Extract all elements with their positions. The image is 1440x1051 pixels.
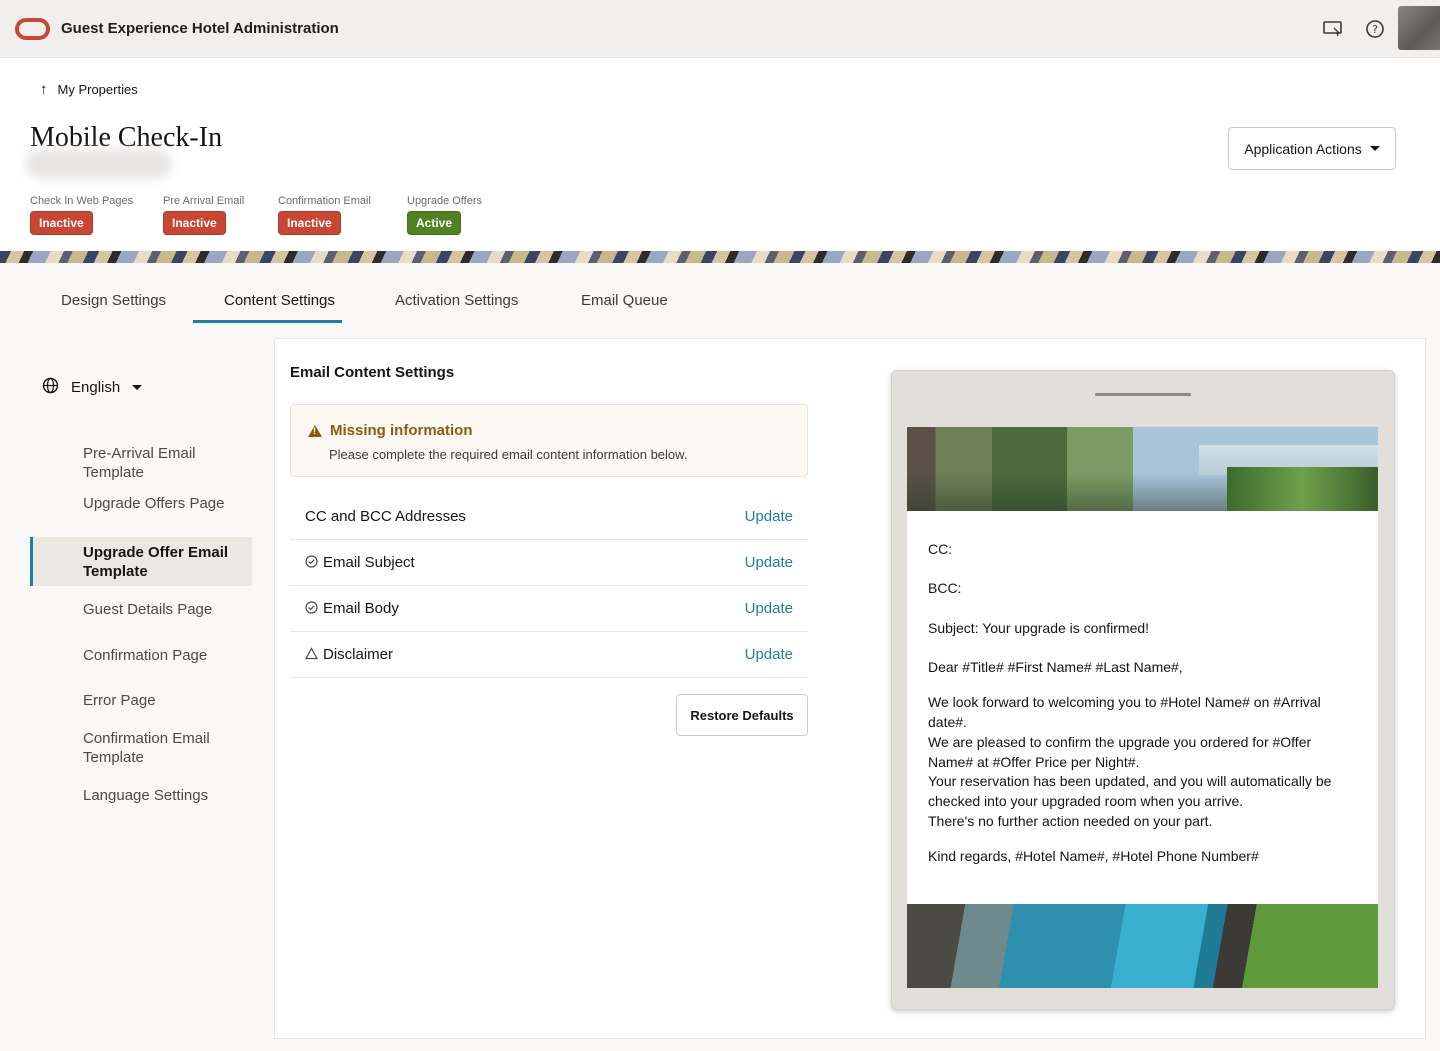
preview-body-2: We are pleased to confirm the upgrade yo… (928, 734, 1312, 770)
help-icon[interactable]: ? (1364, 18, 1386, 40)
app-title: Guest Experience Hotel Administration (61, 20, 339, 37)
application-actions-button[interactable]: Application Actions (1228, 127, 1396, 170)
preview-body-1: We look forward to welcoming you to #Hot… (928, 694, 1321, 730)
caret-down-icon (132, 385, 143, 390)
preview-body-3: Your reservation has been updated, and y… (928, 773, 1332, 809)
sidebar-item-pre-arrival-email-template[interactable]: Pre-Arrival Email Template (83, 444, 248, 482)
row-cc-bcc: CC and BCC Addresses Update (290, 494, 808, 540)
tab-design-settings[interactable]: Design Settings (61, 292, 166, 309)
tab-email-queue[interactable]: Email Queue (581, 292, 668, 309)
sidebar-item-error-page[interactable]: Error Page (83, 691, 248, 710)
language-label: English (71, 379, 121, 396)
check-circle-icon (305, 554, 319, 571)
update-link-cc-bcc[interactable]: Update (745, 508, 793, 525)
status-badge: Active (407, 211, 462, 235)
row-label: CC and BCC Addresses (305, 508, 466, 525)
row-email-subject: Email Subject Update (290, 540, 808, 586)
back-link-label: My Properties (57, 82, 138, 97)
update-link-email-subject[interactable]: Update (745, 554, 793, 571)
decorative-banner (0, 251, 1440, 263)
row-label: Email Body (323, 600, 399, 617)
preview-handle (1095, 393, 1191, 396)
active-tab-indicator (193, 320, 342, 323)
row-disclaimer: Disclaimer Update (290, 632, 808, 678)
check-circle-icon (305, 600, 319, 617)
row-label: Disclaimer (323, 646, 394, 663)
preview-header-image (907, 427, 1378, 511)
sidebar-item-confirmation-email-template[interactable]: Confirmation Email Template (83, 729, 248, 767)
status-pre-arrival-email: Pre Arrival Email Inactive (163, 195, 244, 235)
oracle-logo-icon[interactable] (15, 18, 50, 40)
preview-footer-image (907, 904, 1378, 988)
preview-cc: CC: (928, 541, 953, 557)
top-header: Guest Experience Hotel Administration ? (0, 0, 1440, 58)
row-email-body: Email Body Update (290, 586, 808, 632)
warning-icon (308, 424, 322, 437)
card-title: Email Content Settings (290, 364, 455, 381)
missing-info-alert (290, 404, 808, 477)
warning-title: Missing information (308, 422, 473, 439)
tab-content-settings[interactable]: Content Settings (224, 292, 335, 309)
language-selector[interactable]: English (42, 377, 143, 398)
back-link-my-properties[interactable]: ↑ My Properties (40, 81, 138, 98)
preview-subject: Subject: Your upgrade is confirmed! (928, 620, 1150, 636)
status-badge: Inactive (163, 211, 226, 235)
sidebar-item-guest-details-page[interactable]: Guest Details Page (83, 600, 248, 619)
globe-icon (42, 377, 59, 398)
update-link-disclaimer[interactable]: Update (745, 646, 793, 663)
sidebar-item-language-settings[interactable]: Language Settings (83, 786, 248, 805)
sidebar-item-upgrade-offers-page[interactable]: Upgrade Offers Page (83, 494, 248, 513)
status-badge: Inactive (278, 211, 341, 235)
status-badge: Inactive (30, 211, 93, 235)
preview-greeting: Dear #Title# #First Name# #Last Name#, (928, 659, 1183, 675)
status-confirmation-email: Confirmation Email Inactive (278, 195, 371, 235)
tab-activation-settings[interactable]: Activation Settings (395, 292, 518, 309)
row-label: Email Subject (323, 554, 415, 571)
caret-down-icon (1369, 146, 1380, 151)
sidebar-item-confirmation-page[interactable]: Confirmation Page (83, 646, 248, 665)
svg-text:?: ? (1372, 23, 1378, 36)
sidebar-item-upgrade-offer-email-template[interactable]: Upgrade Offer Email Template (83, 543, 248, 581)
warning-outline-icon (304, 646, 319, 663)
update-link-email-body[interactable]: Update (745, 600, 793, 617)
warning-text: Please complete the required email conte… (329, 447, 688, 462)
avatar[interactable] (1398, 6, 1440, 50)
arrow-up-icon: ↑ (40, 81, 48, 98)
blurred-property-name (26, 150, 172, 178)
preview-signoff: Kind regards, #Hotel Name#, #Hotel Phone… (928, 848, 1259, 864)
present-screen-icon[interactable] (1322, 18, 1344, 40)
preview-bcc: BCC: (928, 580, 962, 596)
application-actions-label: Application Actions (1244, 140, 1362, 157)
restore-defaults-button[interactable]: Restore Defaults (676, 694, 808, 736)
status-upgrade-offers: Upgrade Offers Active (407, 195, 482, 235)
preview-body-4: There's no further action needed on your… (928, 813, 1213, 829)
status-check-in-web-pages: Check In Web Pages Inactive (30, 195, 133, 235)
